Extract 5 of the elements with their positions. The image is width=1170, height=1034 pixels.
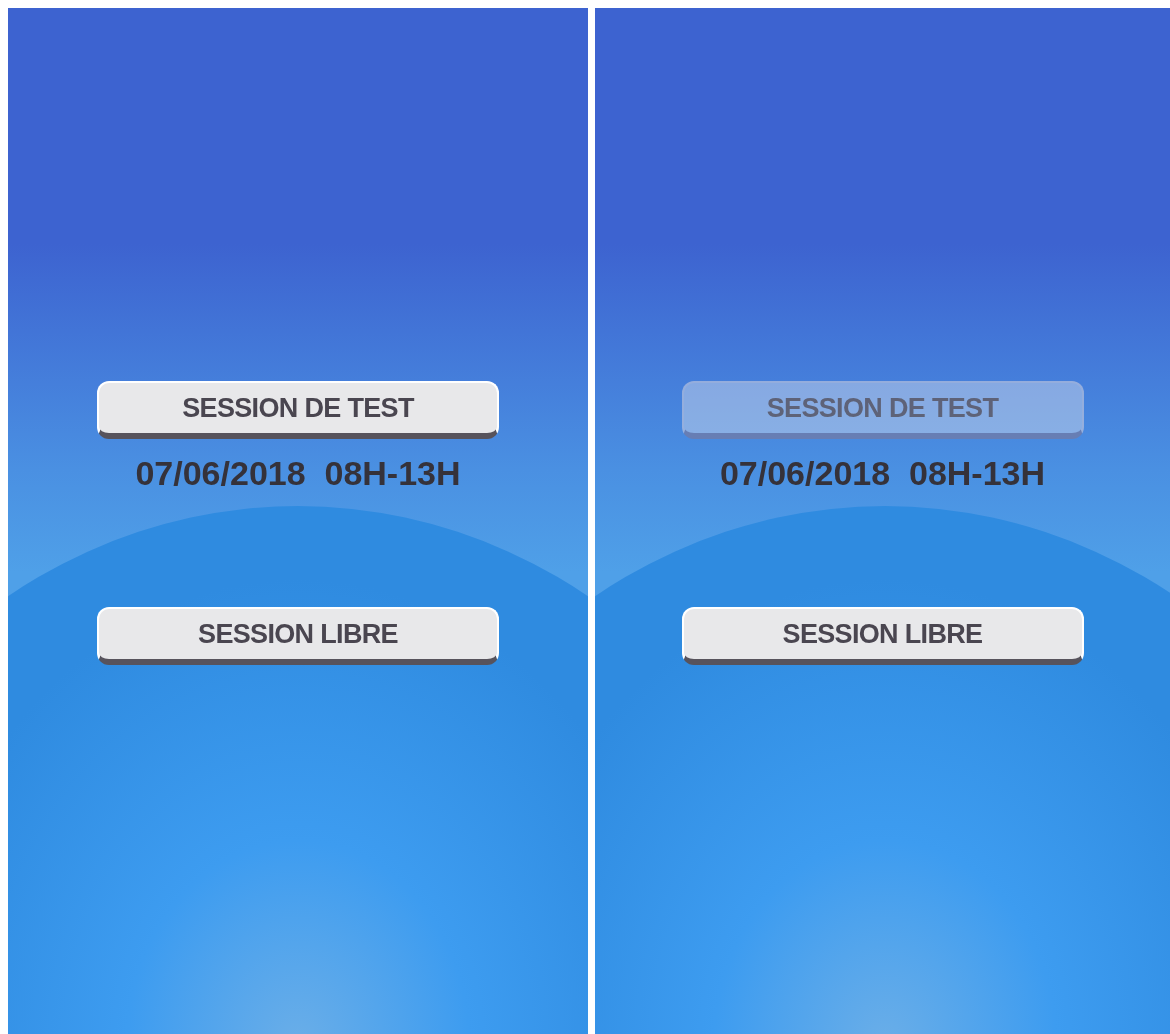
session-date-time: 07/06/2018 08H-13H [719, 453, 1046, 494]
session-date-time: 07/06/2018 08H-13H [135, 453, 461, 494]
free-session-button[interactable]: SESSION LIBRE [681, 607, 1084, 665]
free-session-button[interactable]: SESSION LIBRE [97, 607, 499, 665]
test-session-button[interactable]: SESSION DE TEST [97, 381, 499, 439]
